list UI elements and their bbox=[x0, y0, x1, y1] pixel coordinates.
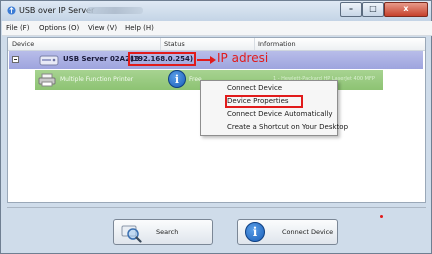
red-marker bbox=[380, 215, 383, 218]
close-button[interactable]: x bbox=[384, 2, 428, 17]
connect-device-button[interactable]: i Connect Device bbox=[237, 219, 338, 245]
column-divider bbox=[160, 38, 161, 50]
column-device[interactable]: Device bbox=[12, 40, 34, 48]
list-header: Device Status Information bbox=[8, 38, 425, 51]
menu-view[interactable]: View (V) bbox=[88, 24, 117, 32]
blurred-title-region bbox=[87, 7, 143, 14]
minimize-button[interactable]: – bbox=[340, 2, 362, 17]
ip-highlight-box bbox=[128, 52, 196, 66]
maximize-icon: □ bbox=[369, 4, 377, 13]
server-row[interactable]: USB Server 02A213 (192.168.0.254) IP adr… bbox=[9, 51, 423, 69]
column-divider bbox=[254, 38, 255, 50]
ip-annotation-label: IP adresi bbox=[217, 51, 269, 65]
menu-connect-device[interactable]: Connect Device bbox=[227, 84, 282, 92]
column-information[interactable]: Information bbox=[258, 40, 296, 48]
menu-connect-automatically[interactable]: Connect Device Automatically bbox=[227, 110, 333, 118]
close-icon: x bbox=[403, 4, 409, 13]
minimize-icon: – bbox=[349, 4, 353, 13]
menu-file[interactable]: File (F) bbox=[6, 24, 29, 32]
search-button-label: Search bbox=[156, 228, 179, 236]
menu-options[interactable]: Options (O) bbox=[39, 24, 79, 32]
app-window: USB over IP Server – □ x File (F) Option… bbox=[0, 0, 432, 254]
properties-highlight-box bbox=[225, 95, 303, 108]
device-name: Multiple Function Printer bbox=[60, 76, 134, 83]
column-status[interactable]: Status bbox=[164, 40, 185, 48]
arrow-head-icon bbox=[210, 56, 216, 64]
maximize-button[interactable]: □ bbox=[362, 2, 384, 17]
usb-app-icon bbox=[7, 6, 16, 15]
menu-help[interactable]: Help (H) bbox=[125, 24, 154, 32]
divider bbox=[7, 207, 426, 208]
printer-icon bbox=[38, 73, 56, 87]
collapse-toggle[interactable] bbox=[12, 56, 19, 63]
window-title: USB over IP Server bbox=[19, 6, 95, 15]
menu-create-shortcut[interactable]: Create a Shortcut on Your Desktop bbox=[227, 123, 348, 131]
menu-bar: File (F) Options (O) View (V) Help (H) bbox=[2, 21, 432, 36]
connect-button-label: Connect Device bbox=[282, 228, 334, 236]
server-icon bbox=[39, 55, 59, 66]
info-icon: i bbox=[168, 70, 186, 88]
info-icon: i bbox=[245, 222, 265, 242]
search-icon bbox=[121, 225, 142, 243]
context-menu: Connect Device Device Properties Connect… bbox=[200, 80, 348, 136]
search-button[interactable]: Search bbox=[113, 219, 213, 245]
title-bar: USB over IP Server – □ x bbox=[1, 1, 431, 21]
